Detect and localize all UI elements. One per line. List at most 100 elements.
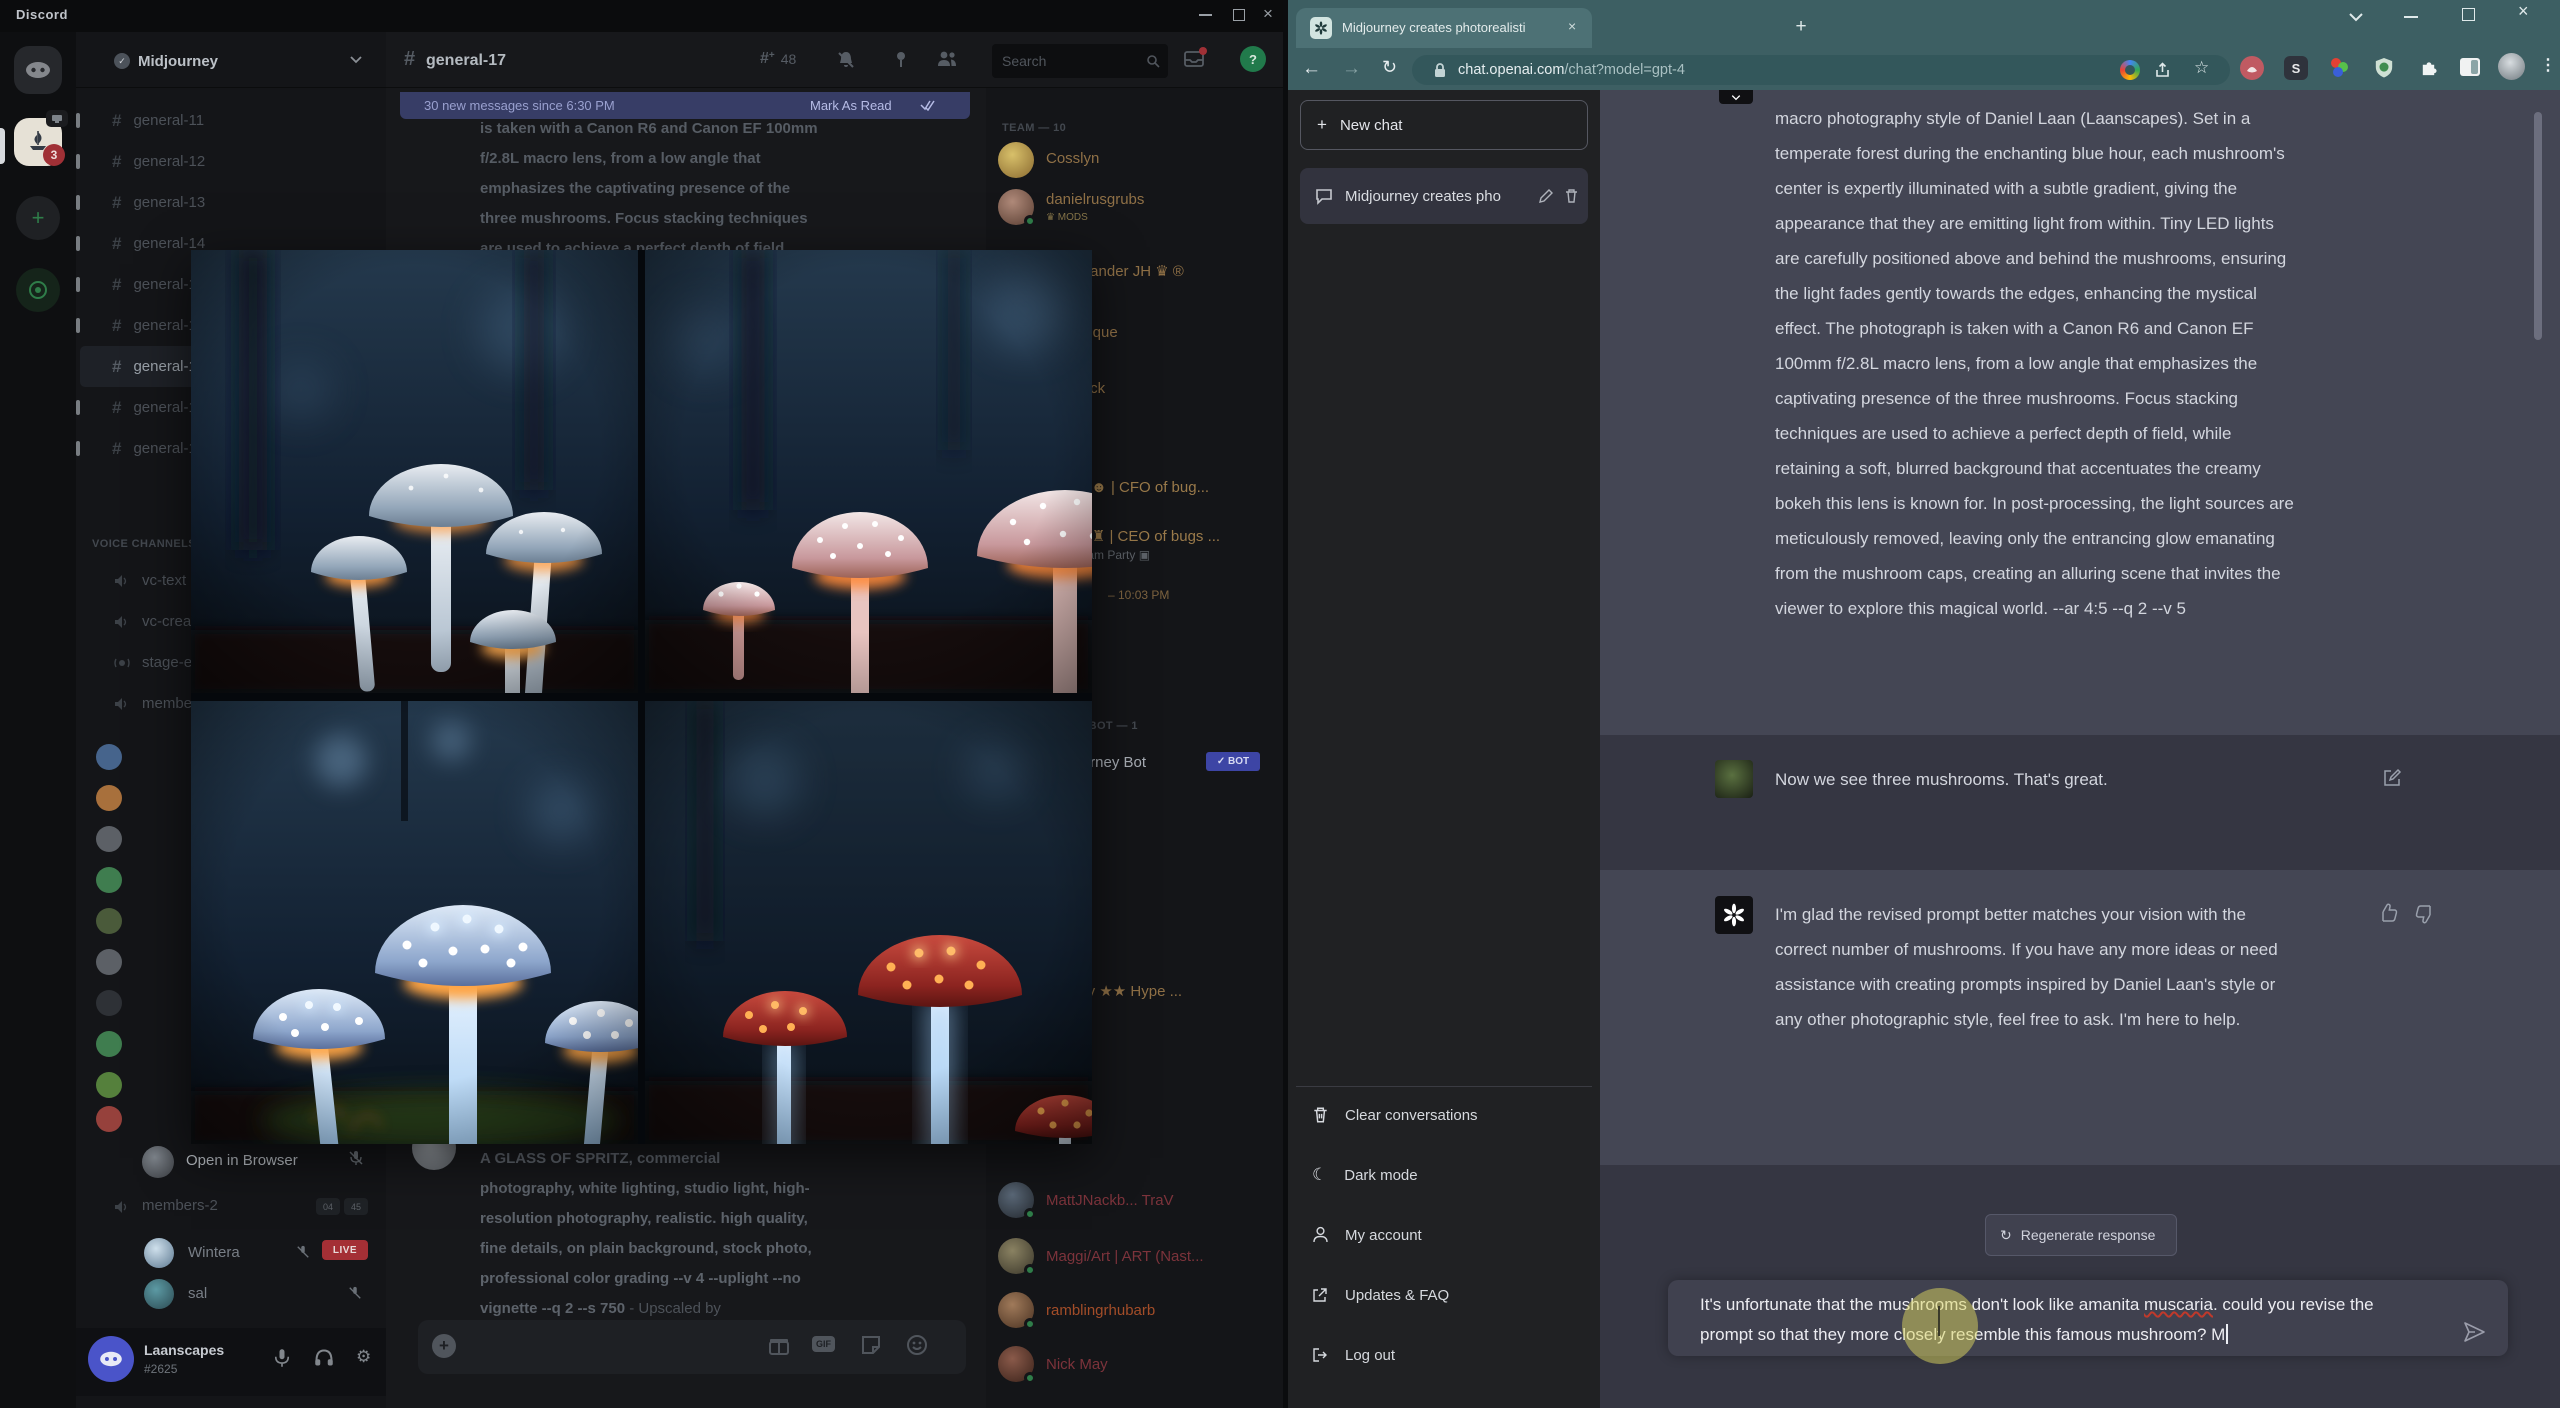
forward-icon[interactable]: → [1342,58,1361,80]
add-server-icon[interactable]: + [16,196,60,240]
discord-home-icon[interactable] [14,46,62,94]
avatar[interactable] [96,785,122,811]
mushroom-photo-1[interactable] [191,250,638,693]
new-chat-button[interactable]: + New chat [1300,100,1588,150]
member-name[interactable]: MattJNackb... TraV [1046,1192,1174,1209]
server-header[interactable]: ✓ Midjourney [76,32,386,88]
close-icon[interactable]: × [2518,1,2529,22]
member-list-icon[interactable] [936,50,958,68]
mic-icon[interactable] [272,1348,292,1368]
attach-plus-icon[interactable]: + [432,1334,456,1358]
voice-channel-members-2[interactable]: members-2 [142,1197,218,1214]
trash-icon[interactable] [1564,188,1579,204]
minimize-icon[interactable] [1199,14,1212,16]
gift-icon[interactable] [768,1334,790,1356]
avatar[interactable] [96,1031,122,1057]
member-name[interactable]: Nick May [1046,1356,1108,1373]
bookmark-star-icon[interactable]: ☆ [2194,58,2209,78]
menu-clear-conversations[interactable]: Clear conversations [1296,1089,1592,1141]
voice-user-open-in-browser[interactable]: Open in Browser [186,1152,298,1169]
pinned-messages-icon[interactable] [892,50,910,68]
mark-as-read-button[interactable]: Mark As Read [810,98,892,113]
sidebar-panel-icon[interactable] [2460,58,2480,76]
avatar[interactable] [998,1238,1036,1276]
member-name[interactable]: ramblingrhubarb [1046,1302,1155,1319]
browser-tab[interactable]: Midjourney creates photorealisti × [1296,8,1592,48]
reload-icon[interactable]: ↻ [1382,57,1397,78]
voice-user-wintera[interactable]: Wintera [188,1244,240,1261]
headphones-icon[interactable] [314,1348,334,1368]
extension-icon-shield[interactable] [2372,55,2396,80]
conversation-item[interactable]: Midjourney creates pho [1300,168,1588,224]
avatar[interactable] [96,1106,122,1132]
voice-channels-header[interactable]: VOICE CHANNELS [92,538,196,550]
back-icon[interactable]: ← [1302,58,1321,80]
voice-user-sal[interactable]: sal [188,1285,207,1302]
new-messages-bar[interactable]: 30 new messages since 6:30 PM Mark As Re… [400,92,970,119]
member-name[interactable]: Maggi/Art | ART (Nast... [1046,1248,1204,1265]
avatar[interactable] [142,1146,174,1178]
tab-close-icon[interactable]: × [1568,18,1576,34]
threads-icon[interactable]: # +48 [760,50,796,68]
thumbs-up-icon[interactable] [2378,902,2399,923]
message-input[interactable] [418,1320,966,1374]
google-account-icon[interactable] [2120,60,2140,80]
avatar[interactable] [998,189,1036,227]
extension-icon-rgb[interactable] [2328,56,2352,80]
maximize-icon[interactable] [2462,8,2475,21]
avatar[interactable] [96,949,122,975]
avatar[interactable] [144,1238,174,1268]
search-input[interactable]: Search [992,44,1168,78]
avatar[interactable] [96,1072,122,1098]
avatar[interactable] [96,867,122,893]
avatar[interactable] [96,990,122,1016]
mushroom-photo-2[interactable] [645,250,1092,693]
edit-message-icon[interactable] [2382,768,2402,788]
maximize-icon[interactable] [1233,9,1245,21]
avatar[interactable] [998,1346,1036,1384]
avatar[interactable] [96,826,122,852]
gif-picker-icon[interactable]: GIF [812,1336,835,1352]
mushroom-photo-3[interactable] [191,701,638,1144]
channel-general-13[interactable]: # general-13 [76,182,382,223]
thumbs-down-icon[interactable] [2414,904,2435,925]
emoji-icon[interactable] [906,1334,928,1356]
midjourney-image-grid[interactable] [191,250,1092,1144]
menu-dark-mode[interactable]: ☾ Dark mode [1296,1149,1592,1201]
settings-gear-icon[interactable]: ⚙ [356,1347,371,1367]
member-name[interactable]: Cosslyn [1046,150,1099,167]
inbox-icon[interactable] [1184,47,1207,68]
address-bar[interactable]: chat.openai.com/chat?model=gpt-4 ☆ [1412,55,2230,85]
avatar[interactable] [144,1279,174,1309]
notifications-muted-icon[interactable] [836,50,856,70]
avatar[interactable] [998,1292,1036,1330]
extensions-puzzle-icon[interactable] [2416,56,2440,80]
avatar[interactable] [96,744,122,770]
prompt-input-text[interactable]: It's unfortunate that the mushrooms don'… [1700,1290,2390,1350]
extension-icon-s[interactable]: S [2284,56,2308,80]
avatar[interactable] [998,1182,1036,1220]
new-tab-icon[interactable]: + [1788,14,1814,40]
minimize-icon[interactable] [2404,16,2418,18]
browser-menu-icon[interactable]: ⋮ [2540,55,2556,75]
member-name[interactable]: danielrusgrubs [1046,191,1144,208]
help-icon[interactable]: ? [1240,46,1266,72]
profile-avatar[interactable] [2498,53,2525,80]
close-icon[interactable]: × [1263,4,1273,24]
channel-general-12[interactable]: # general-12 [76,141,382,182]
scrollbar-thumb[interactable] [2534,112,2542,340]
sticker-icon[interactable] [860,1334,882,1356]
explore-server-icon[interactable] [16,268,60,312]
menu-my-account[interactable]: My account [1296,1209,1592,1261]
avatar[interactable] [96,908,122,934]
channel-general-11[interactable]: # general-11 [76,100,382,141]
extension-icon-1[interactable] [2240,56,2264,80]
edit-pencil-icon[interactable] [1538,188,1554,204]
regenerate-response-button[interactable]: ↻ Regenerate response [1985,1214,2177,1256]
user-avatar[interactable] [88,1336,134,1382]
share-icon[interactable] [2154,62,2171,79]
avatar[interactable] [998,142,1034,178]
menu-log-out[interactable]: Log out [1296,1329,1592,1381]
window-chevron-icon[interactable] [2348,12,2364,22]
menu-updates-faq[interactable]: Updates & FAQ [1296,1269,1592,1321]
